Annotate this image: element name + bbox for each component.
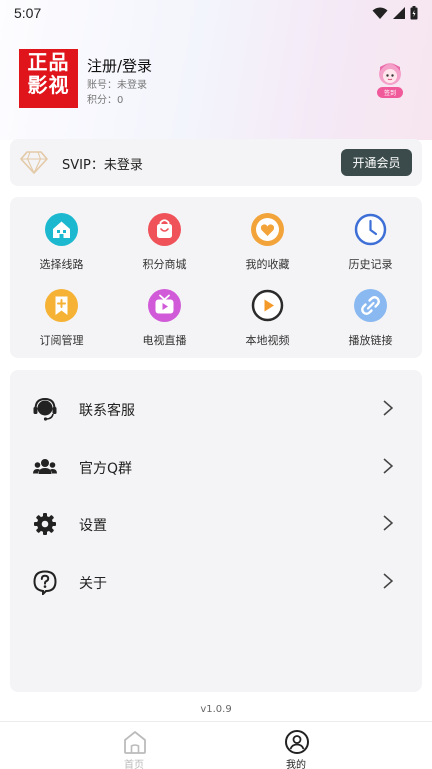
app-version: v1.0.9 — [200, 704, 232, 715]
feature-label: 选择线路 — [39, 258, 84, 271]
feature-subscription[interactable]: 订阅管理 — [10, 289, 113, 349]
feature-select-route[interactable]: 选择线路 — [10, 213, 113, 273]
feature-tv-live[interactable]: 电视直播 — [113, 289, 216, 349]
headset-icon — [33, 397, 57, 421]
feature-my-favorites[interactable]: 我的收藏 — [216, 213, 319, 273]
bookmark-plus-icon — [45, 289, 78, 322]
profile-section[interactable]: 正品 影视 注册/登录 账号：未登录 积分：0 签到 — [19, 49, 413, 109]
feature-play-link[interactable]: 播放链接 — [319, 289, 422, 349]
tab-label: 我的 — [286, 760, 306, 769]
feature-points-mall[interactable]: 积分商城 — [113, 213, 216, 273]
menu-item-settings[interactable]: 设置 — [10, 503, 422, 543]
svip-bar: SVIP：未登录 开通会员 — [10, 139, 422, 186]
logo-text-bottom: 影视 — [27, 73, 70, 97]
heart-icon — [251, 213, 284, 246]
chevron-right-icon — [383, 515, 394, 531]
feature-grid: 选择线路 积分商城 我的收藏 历史记录 订阅管理 电视直播 本地视频 播放链接 — [10, 197, 422, 358]
chevron-right-icon — [383, 573, 394, 589]
menu-item-contact-support[interactable]: 联系客服 — [10, 388, 422, 428]
app-logo: 正品 影视 — [19, 49, 78, 108]
account-status: 账号：未登录 — [87, 80, 147, 91]
tv-icon — [148, 289, 181, 322]
feature-label: 播放链接 — [348, 334, 393, 347]
menu-item-official-qq-group[interactable]: 官方Q群 — [10, 446, 422, 486]
login-register-link[interactable]: 注册/登录 — [87, 55, 152, 76]
link-icon — [354, 289, 387, 322]
settings-menu: 联系客服 官方Q群 设置 关于 — [10, 370, 422, 692]
tab-mine[interactable]: 我的 — [256, 726, 336, 769]
signal-icon — [393, 7, 405, 19]
feature-history[interactable]: 历史记录 — [319, 213, 422, 273]
feature-label: 历史记录 — [348, 258, 393, 271]
checkin-badge-label: 签到 — [383, 90, 396, 97]
menu-item-about[interactable]: 关于 — [10, 561, 422, 601]
play-circle-icon — [251, 289, 284, 322]
diamond-icon — [20, 151, 48, 174]
chevron-right-icon — [383, 400, 394, 416]
menu-label: 联系客服 — [79, 403, 135, 419]
home-icon — [124, 731, 146, 754]
route-icon — [45, 213, 78, 246]
clock-icon — [354, 213, 387, 246]
feature-label: 我的收藏 — [245, 258, 290, 271]
status-time: 5:07 — [14, 5, 42, 21]
menu-label: 官方Q群 — [79, 461, 133, 477]
shop-bag-icon — [148, 213, 181, 246]
menu-label: 设置 — [79, 518, 107, 534]
status-icons — [372, 6, 418, 20]
wifi-icon — [372, 7, 388, 19]
logo-text-top: 正品 — [27, 50, 70, 74]
svip-status: SVIP：未登录 — [62, 158, 143, 173]
tab-label: 首页 — [124, 760, 144, 769]
feature-local-video[interactable]: 本地视频 — [216, 289, 319, 349]
feature-label: 本地视频 — [245, 334, 290, 347]
feature-label: 积分商城 — [142, 258, 187, 271]
feature-label: 电视直播 — [142, 334, 187, 347]
chevron-right-icon — [383, 458, 394, 474]
feature-label: 订阅管理 — [39, 334, 84, 347]
open-membership-button[interactable]: 开通会员 — [341, 149, 412, 176]
battery-icon — [410, 6, 418, 20]
bottom-tab-bar: 首页 我的 — [0, 721, 432, 769]
user-icon — [285, 730, 309, 754]
question-icon — [33, 570, 57, 595]
points-status: 积分：0 — [87, 95, 124, 106]
status-bar: 5:07 — [0, 0, 432, 26]
tab-home[interactable]: 首页 — [94, 726, 174, 769]
group-icon — [33, 459, 57, 474]
gear-icon — [34, 513, 56, 535]
menu-label: 关于 — [79, 576, 107, 592]
